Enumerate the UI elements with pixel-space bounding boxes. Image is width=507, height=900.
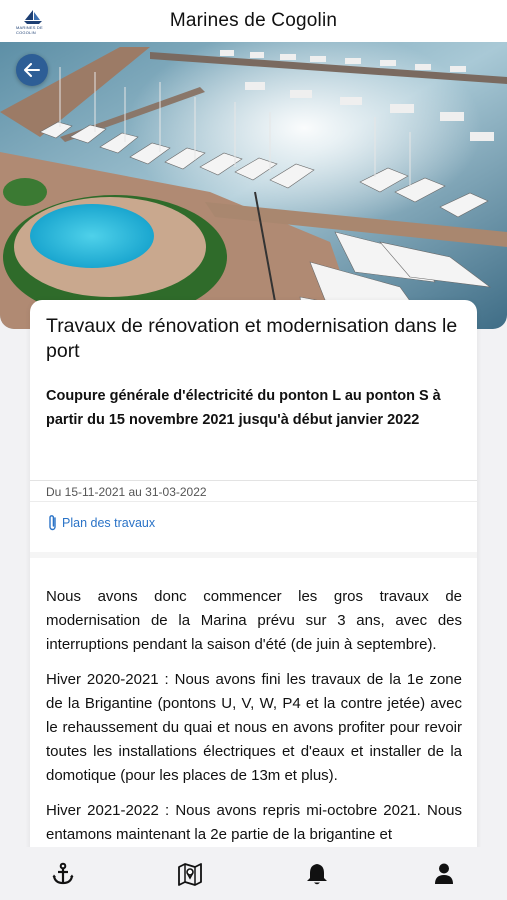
back-button[interactable] [16,54,48,86]
date-range: Du 15-11-2021 au 31-03-2022 [46,485,207,499]
divider [30,552,477,558]
page-title: Marines de Cogolin [169,10,338,31]
article-card: Travaux de rénovation et modernisation d… [30,300,477,860]
nav-item-profile[interactable] [414,854,474,894]
logo-text: MARINES DE COGOLIN [16,25,43,35]
paperclip-icon [49,515,56,531]
article-paragraph: Hiver 2020-2021 : Nous avons fini les tr… [46,671,462,784]
article-body: Nous avons donc commencer les gros trava… [46,585,462,858]
article-paragraph: Nous avons donc commencer les gros trava… [46,588,462,653]
bell-icon [306,863,327,884]
hero-image [0,42,507,329]
divider [30,480,477,481]
nav-item-notifications[interactable] [287,854,347,894]
marina-logo: MARINES DE COGOLIN [16,8,50,36]
article-title: Travaux de rénovation et modernisation d… [46,315,458,362]
attachment-label: Plan des travaux [62,516,156,530]
article-paragraph: Hiver 2021-2022 : Nous avons repris mi-o… [46,802,462,843]
harbor-photo [0,42,507,329]
divider [30,501,477,502]
nav-item-map[interactable] [160,854,220,894]
anchor-icon [52,862,74,884]
user-icon [434,863,453,884]
map-icon [178,862,203,886]
nav-item-home[interactable] [33,854,93,894]
attachment-link[interactable]: Plan des travaux [48,514,155,532]
article-subtitle: Coupure générale d'électricité du ponton… [46,388,441,428]
bottom-nav [0,847,507,900]
app-header: MARINES DE COGOLIN Marines de Cogolin [0,0,507,42]
sailboat-logo-icon [24,10,42,24]
arrow-left-icon [24,63,40,77]
